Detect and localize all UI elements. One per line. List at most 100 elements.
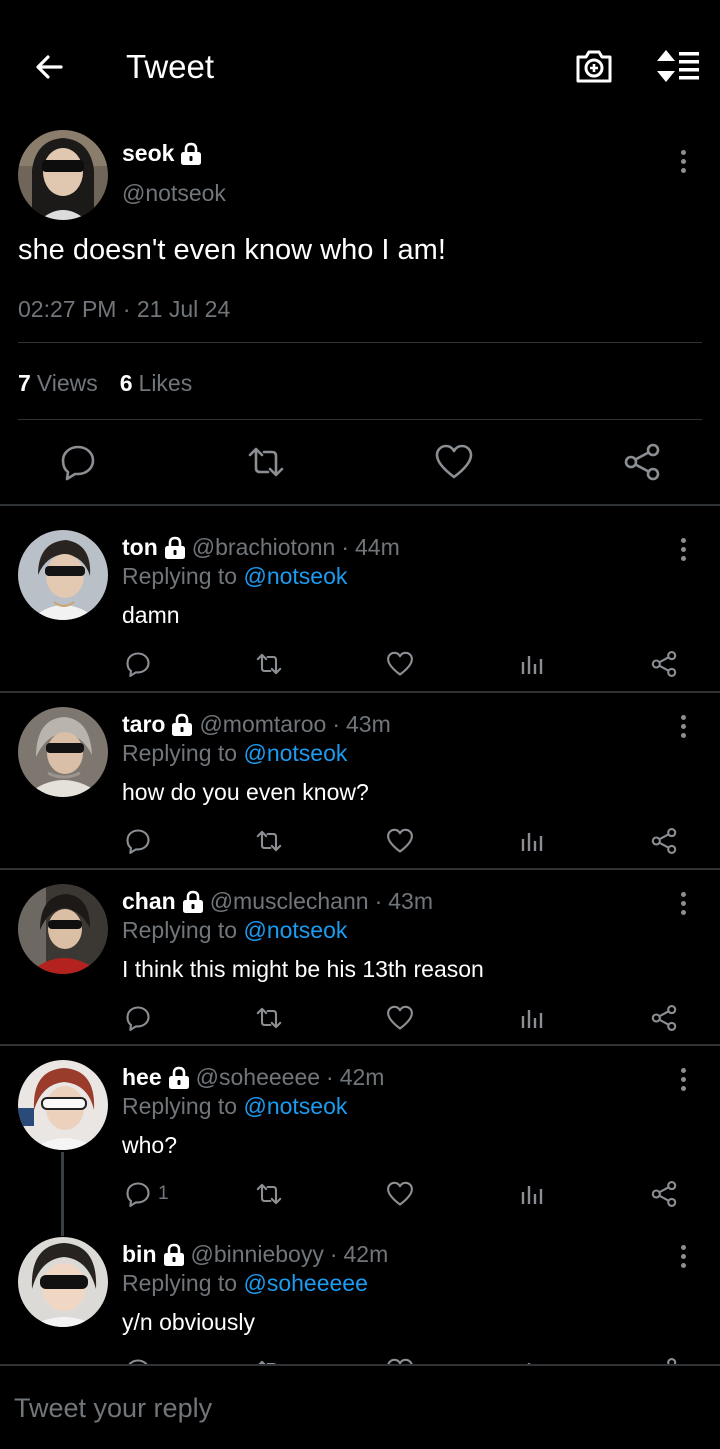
more-dot — [680, 714, 686, 720]
reply-display-name[interactable]: taro — [122, 711, 165, 738]
like-button[interactable] — [386, 1002, 414, 1034]
user-handle[interactable]: @notseok — [122, 180, 226, 207]
more-options-button[interactable] — [673, 711, 693, 741]
reply-display-name[interactable]: hee — [122, 1064, 162, 1091]
separator-dot: · — [341, 534, 349, 560]
avatar[interactable] — [18, 1060, 108, 1150]
reply-actions — [0, 825, 720, 859]
replying-to-mention[interactable]: @soheeeee — [243, 1270, 367, 1296]
avatar[interactable] — [18, 530, 108, 620]
display-name[interactable]: seok — [122, 140, 202, 167]
more-dot — [680, 555, 686, 561]
share-button[interactable] — [650, 648, 678, 680]
more-options-button[interactable] — [673, 146, 693, 176]
reply-button[interactable] — [124, 825, 158, 857]
avatar[interactable] — [18, 130, 108, 220]
separator-dot: · — [374, 888, 383, 914]
reply-time: 43m — [388, 888, 433, 914]
likes-stat[interactable]: 6 Likes — [120, 370, 193, 397]
retweet-button[interactable] — [255, 1002, 283, 1034]
reply-text: I think this might be his 13th reason — [122, 956, 484, 982]
like-button[interactable] — [434, 442, 474, 482]
avatar[interactable] — [18, 1237, 108, 1327]
avatar[interactable] — [18, 884, 108, 974]
reply-display-name[interactable]: ton — [122, 534, 158, 561]
back-button[interactable] — [28, 46, 70, 88]
replying-to-mention[interactable]: @notseok — [243, 740, 347, 766]
reply-composer — [0, 1364, 720, 1449]
views-count: 7 — [18, 370, 31, 396]
reply-button[interactable] — [124, 1002, 158, 1034]
reply-header: chan @musclechann · 43m — [122, 888, 433, 915]
analytics-icon — [521, 656, 543, 674]
views-stat[interactable]: 7 Views — [18, 370, 98, 397]
more-options-button[interactable] — [673, 1064, 693, 1094]
views-button[interactable] — [518, 648, 546, 680]
share-icon — [651, 1181, 677, 1207]
reply-tweet[interactable]: bin @binnieboyy · 42m Replying to @sohee… — [0, 1213, 720, 1389]
more-dot — [680, 732, 686, 738]
replying-to-mention[interactable]: @notseok — [243, 917, 347, 943]
separator-dot: · — [332, 711, 341, 737]
share-icon — [651, 1005, 677, 1031]
replying-to: Replying to @soheeeee — [122, 1270, 368, 1297]
avatar[interactable] — [18, 707, 108, 797]
views-button[interactable] — [518, 1178, 546, 1210]
reply-handle[interactable]: @momtaroo — [199, 711, 326, 738]
reply-button[interactable] — [124, 648, 158, 680]
like-button[interactable] — [386, 825, 414, 857]
reply-handle[interactable]: @brachiotonn — [192, 534, 336, 561]
more-options-button[interactable] — [673, 1241, 693, 1271]
retweet-button[interactable] — [246, 442, 286, 482]
reply-time: 43m — [346, 711, 391, 737]
share-button[interactable] — [650, 1002, 678, 1034]
reply-time: 42m — [343, 1241, 389, 1267]
reply-handle[interactable]: @soheeeee — [196, 1064, 320, 1091]
reply-icon — [126, 1006, 150, 1031]
like-button[interactable] — [386, 1178, 414, 1210]
reply-display-name[interactable]: bin — [122, 1241, 157, 1268]
retweet-button[interactable] — [255, 1178, 283, 1210]
main-tweet: seok @notseok she doesn't even know who … — [0, 126, 720, 506]
reply-handle[interactable]: @binnieboyy — [191, 1241, 324, 1268]
reply-tweet[interactable]: hee @soheeeee · 42m Replying to @notseok… — [0, 1036, 720, 1212]
reply-icon — [126, 652, 150, 677]
replying-to-mention[interactable]: @notseok — [243, 563, 347, 589]
reply-tweet[interactable]: taro @momtaroo · 43m Replying to @notseo… — [0, 683, 720, 859]
heart-icon — [387, 1005, 413, 1030]
reply-tweet[interactable]: ton @brachiotonn · 44m Replying to @nots… — [0, 506, 720, 682]
replying-to-mention[interactable]: @notseok — [243, 1093, 347, 1119]
retweet-button[interactable] — [255, 648, 283, 680]
reply-input[interactable] — [14, 1386, 704, 1430]
share-button[interactable] — [622, 442, 662, 482]
tweet-text: she doesn't even know who I am! — [18, 234, 446, 266]
lock-icon — [164, 536, 185, 559]
more-options-button[interactable] — [673, 534, 693, 564]
retweet-icon — [256, 1183, 282, 1205]
reply-button[interactable]: 1 — [124, 1178, 169, 1210]
analytics-icon — [521, 1010, 543, 1028]
camera-plus-icon — [576, 50, 612, 83]
share-button[interactable] — [650, 825, 678, 857]
sort-button[interactable] — [652, 44, 702, 88]
reply-handle[interactable]: @musclechann — [210, 888, 369, 915]
more-dot — [680, 900, 686, 906]
views-button[interactable] — [518, 825, 546, 857]
replying-to-prefix: Replying to — [122, 740, 238, 766]
reply-tweet[interactable]: chan @musclechann · 43m Replying to @not… — [0, 860, 720, 1036]
heart-icon — [387, 1181, 413, 1206]
reply-display-name[interactable]: chan — [122, 888, 176, 915]
more-dot — [680, 1253, 686, 1259]
reply-header: hee @soheeeee · 42m — [122, 1064, 384, 1091]
main-tweet-actions — [0, 442, 720, 486]
reply-text: who? — [122, 1132, 177, 1158]
replying-to-prefix: Replying to — [122, 1270, 238, 1296]
reply-button[interactable] — [58, 442, 98, 482]
more-options-button[interactable] — [673, 888, 693, 918]
share-button[interactable] — [650, 1178, 678, 1210]
camera-button[interactable] — [572, 44, 616, 88]
views-button[interactable] — [518, 1002, 546, 1034]
retweet-button[interactable] — [255, 825, 283, 857]
like-button[interactable] — [386, 648, 414, 680]
tweet-stats: 7 Views 6 Likes — [18, 370, 192, 397]
